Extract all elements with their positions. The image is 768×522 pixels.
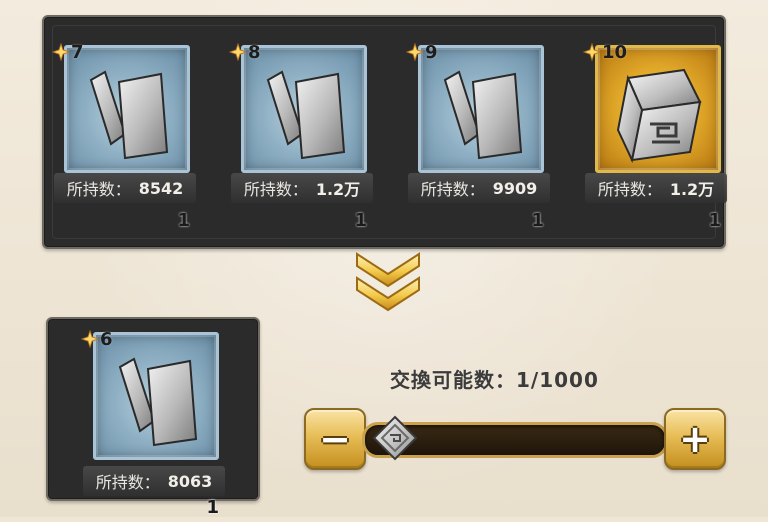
quantity-text: 1 — [708, 210, 721, 231]
owned-count: 所持数： 8542 — [54, 173, 196, 203]
material-slot-8[interactable]: 8 1 所持数： 1.2万 — [229, 42, 373, 235]
material-slot-10[interactable]: 10 1 所持数： 1.2万 — [583, 42, 727, 235]
star-level: 6 — [81, 329, 113, 350]
star-level: 8 — [229, 42, 261, 63]
silver-ingot-icon — [266, 70, 346, 160]
plus-icon: + — [679, 417, 711, 461]
owned-label: 所持数： — [66, 180, 131, 199]
quantity-text: 1 — [177, 210, 190, 231]
owned-label: 所持数： — [243, 180, 308, 199]
result-panel: 6 1 所持数： 8063 — [46, 317, 260, 518]
silver-ingot-icon — [118, 357, 198, 447]
owned-count: 所持数： 9909 — [408, 173, 550, 203]
silver-ingot-icon[interactable] — [93, 332, 219, 460]
star-level: 7 — [52, 42, 84, 63]
owned-value: 8542 — [138, 178, 184, 198]
increase-button[interactable]: + — [664, 408, 726, 470]
silver-ingot-icon[interactable] — [418, 45, 544, 173]
silver-ingot-icon[interactable] — [241, 45, 367, 173]
level-text: 9 — [425, 42, 438, 63]
silver-ingot-icon — [443, 70, 523, 160]
star-icon — [81, 330, 99, 348]
slider-knob[interactable] — [372, 415, 418, 461]
silver-ingot-icon[interactable] — [64, 45, 190, 173]
owned-count: 所持数： 1.2万 — [585, 173, 727, 203]
silver-ingot-icon[interactable] — [595, 45, 721, 173]
star-icon — [583, 43, 601, 61]
owned-value: 1.2万 — [315, 180, 361, 199]
owned-value: 8063 — [167, 471, 213, 491]
silver-ingot-icon — [616, 68, 702, 164]
silver-ingot-icon — [89, 70, 169, 160]
decrease-button[interactable]: − — [304, 408, 366, 470]
level-text: 7 — [71, 42, 84, 63]
level-text: 8 — [248, 42, 261, 63]
level-text: 6 — [100, 329, 113, 350]
owned-count: 所持数： 8063 — [83, 466, 225, 496]
star-level: 9 — [406, 42, 438, 63]
quantity-text: 1 — [354, 210, 367, 231]
owned-label: 所持数： — [597, 180, 662, 199]
star-icon — [52, 43, 70, 61]
quantity-text: 1 — [206, 497, 219, 518]
material-slot-9[interactable]: 9 1 所持数： 9909 — [406, 42, 550, 235]
star-icon — [406, 43, 424, 61]
minus-icon: − — [319, 417, 351, 461]
level-text: 10 — [602, 42, 628, 63]
quantity-slider[interactable]: − + — [300, 408, 726, 470]
exchange-count: 交換可能数：1/1000 — [390, 368, 599, 392]
owned-value: 9909 — [492, 178, 538, 198]
result-slot-6[interactable]: 6 1 所持数： 8063 — [81, 329, 225, 522]
owned-label: 所持数： — [95, 473, 160, 492]
owned-value: 1.2万 — [669, 180, 715, 199]
owned-count: 所持数： 1.2万 — [231, 173, 373, 203]
owned-label: 所持数： — [420, 180, 485, 199]
material-panel: 7 1 所持数： 8542 8 1 所持数： 1.2万 9 1 所持数： 990… — [42, 15, 727, 249]
star-level: 10 — [583, 42, 628, 63]
star-icon — [229, 43, 247, 61]
quantity-text: 1 — [531, 210, 544, 231]
double-chevron-down-icon — [356, 252, 420, 312]
material-slot-7[interactable]: 7 1 所持数： 8542 — [52, 42, 196, 235]
